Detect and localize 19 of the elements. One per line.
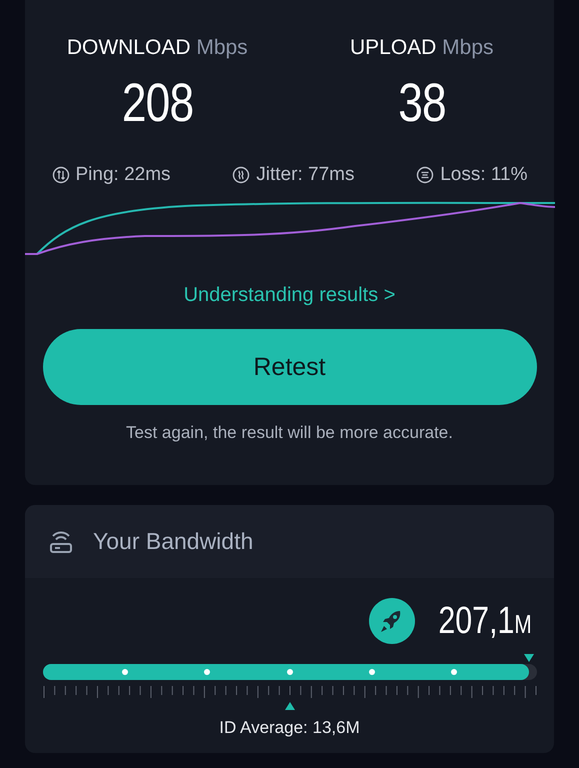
metric-text: Jitter: 77ms bbox=[256, 164, 354, 186]
rocket-icon bbox=[369, 598, 416, 644]
bandwidth-title: Your Bandwidth bbox=[93, 528, 254, 555]
speed-value: 38 bbox=[398, 72, 446, 134]
speed-label: UPLOAD Mbps bbox=[350, 36, 494, 60]
average-marker-icon bbox=[284, 702, 294, 710]
bandwidth-value: 207,1M bbox=[438, 600, 532, 642]
speed-label: DOWNLOAD Mbps bbox=[66, 36, 248, 60]
metric-text: Loss: 11% bbox=[440, 164, 528, 186]
loss-icon bbox=[416, 166, 434, 184]
retest-button[interactable]: Retest bbox=[42, 329, 536, 405]
marker-icon bbox=[524, 654, 534, 662]
ping-icon bbox=[52, 166, 70, 184]
speed-value: 208 bbox=[122, 72, 193, 134]
understanding-results-link[interactable]: Understanding results > bbox=[184, 284, 396, 307]
jitter-icon bbox=[232, 166, 250, 184]
hint-text: Test again, the result will be more accurate. bbox=[126, 423, 453, 443]
average-text: ID Average: 13,6M bbox=[219, 718, 360, 738]
metric-text: Ping: 22ms bbox=[76, 164, 171, 186]
